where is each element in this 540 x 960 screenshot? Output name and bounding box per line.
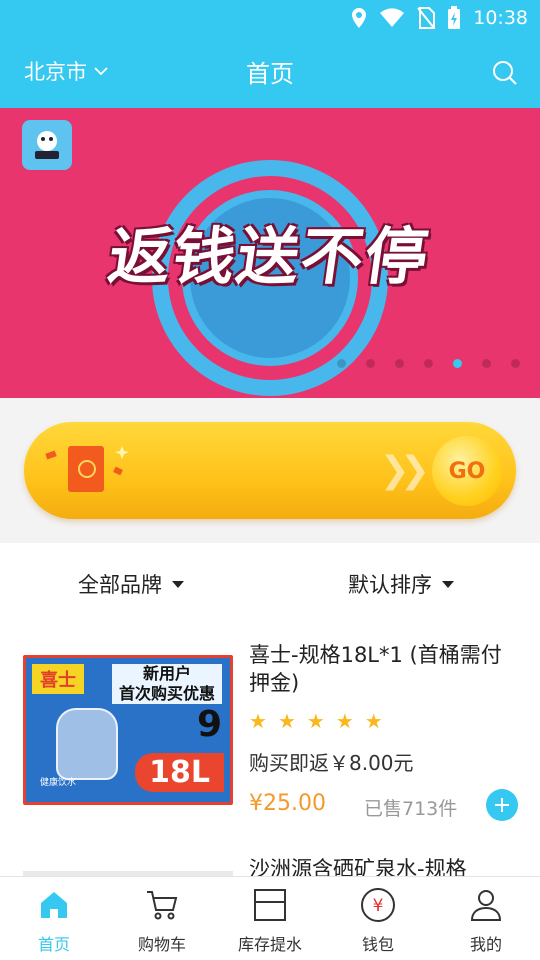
status-bar: 10:38 — [0, 0, 540, 36]
sort-filter[interactable]: 默认排序 — [348, 569, 454, 599]
promo-section: ❯❯ GO — [0, 398, 540, 543]
star-icon: ★ — [335, 709, 354, 733]
bottom-navigation: 首页 购物车 库存提水 ¥ 钱包 我的 — [0, 876, 540, 960]
nav-label: 我的 — [469, 935, 502, 954]
product-sold-count: 已售713件 — [364, 798, 458, 820]
red-envelope-promo[interactable]: ❯❯ GO — [24, 422, 516, 519]
brand-logo — [22, 120, 72, 170]
caret-down-icon — [172, 580, 184, 588]
search-icon — [493, 61, 517, 85]
product-image-volume: 18L — [135, 753, 224, 792]
product-name[interactable]: 沙洲源含硒矿泉水-规格 — [249, 853, 467, 877]
carousel-dot[interactable] — [337, 359, 346, 368]
nav-item-wallet[interactable]: ¥ 钱包 — [324, 877, 432, 960]
go-button[interactable]: GO — [432, 436, 502, 506]
water-bottle-icon — [56, 708, 118, 780]
confetti-icon — [45, 446, 129, 476]
add-to-cart-button[interactable] — [486, 789, 518, 821]
product-image-promo-digit: 9 — [196, 704, 222, 745]
sort-filter-label: 默认排序 — [348, 573, 432, 597]
nav-item-inventory[interactable]: 库存提水 — [216, 877, 324, 960]
carousel-dot[interactable] — [511, 359, 520, 368]
nav-label: 购物车 — [137, 935, 186, 954]
product-card[interactable]: 喜士 新用户 首次购买优惠 9 健康饮水 18L 喜士-规格18L*1 (首桶需… — [0, 627, 540, 837]
carousel-indicator — [337, 359, 520, 368]
nav-item-cart[interactable]: 购物车 — [108, 877, 216, 960]
location-icon — [352, 8, 367, 28]
home-icon — [41, 892, 67, 918]
star-icon: ★ — [306, 709, 325, 733]
carousel-dot[interactable] — [482, 359, 491, 368]
app-header: 北京市 首页 — [0, 36, 540, 108]
filter-bar: 全部品牌 默认排序 — [0, 543, 540, 627]
page-title: 首页 — [246, 60, 294, 88]
mascot-icon — [35, 131, 59, 159]
brand-filter-label: 全部品牌 — [78, 573, 162, 597]
product-card[interactable]: 沙洲源含硒矿泉水-规格 — [0, 837, 540, 877]
product-image-promo-line2: 首次购买优惠 — [118, 684, 215, 703]
nav-item-home[interactable]: 首页 — [0, 877, 108, 960]
nav-label: 库存提水 — [237, 935, 302, 954]
carousel-dot[interactable] — [395, 359, 404, 368]
product-image-small-text: 健康饮水 — [40, 778, 77, 788]
no-sim-icon — [417, 7, 436, 29]
product-image-brand-tag: 喜士 — [32, 664, 84, 694]
wifi-icon — [380, 8, 405, 27]
clock: 10:38 — [473, 7, 528, 29]
product-image[interactable]: 喜士 新用户 首次购买优惠 9 健康饮水 18L — [23, 655, 233, 805]
svg-text:¥: ¥ — [373, 896, 384, 916]
carousel-dot[interactable] — [424, 359, 433, 368]
nav-label: 首页 — [37, 935, 70, 954]
carousel-dot-active[interactable] — [453, 359, 462, 368]
banner-headline: 返钱送不停 — [104, 220, 435, 293]
brand-filter[interactable]: 全部品牌 — [78, 569, 184, 599]
product-image-promo-line1: 新用户 — [142, 664, 191, 683]
battery-charging-icon — [448, 6, 461, 29]
carousel-dot[interactable] — [366, 359, 375, 368]
promo-banner[interactable]: 返钱送不停 — [0, 108, 540, 398]
caret-down-icon — [442, 580, 454, 588]
product-name[interactable]: 喜士-规格18L*1 (首桶需付押金) — [249, 641, 519, 697]
product-price: ¥25.00 — [249, 791, 326, 816]
plus-icon — [495, 798, 509, 812]
wallet-icon: ¥ — [361, 888, 395, 922]
cart-icon — [147, 891, 178, 920]
star-icon: ★ — [249, 709, 267, 733]
star-icon: ★ — [364, 709, 383, 733]
inventory-icon — [254, 889, 286, 921]
product-image-promo: 新用户 首次购买优惠 — [112, 664, 222, 704]
profile-icon — [470, 890, 502, 921]
arrow-decoration: ❯❯ — [379, 450, 430, 491]
search-button[interactable] — [492, 60, 518, 90]
nav-label: 钱包 — [361, 935, 394, 954]
product-rating: ★ ★ ★ ★ ★ — [249, 709, 383, 733]
product-rebate: 购买即返￥8.00元 — [249, 751, 414, 775]
star-icon: ★ — [277, 709, 296, 733]
nav-item-profile[interactable]: 我的 — [432, 877, 540, 960]
